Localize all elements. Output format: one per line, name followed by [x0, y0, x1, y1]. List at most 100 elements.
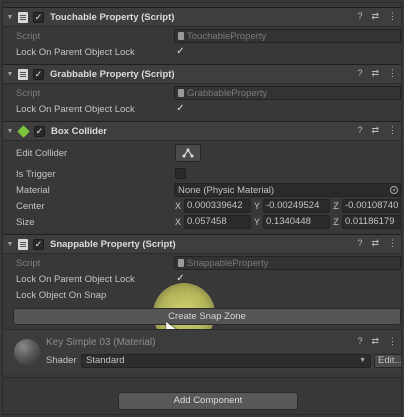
grabbable-enabled-checkbox[interactable]: ✓: [33, 68, 44, 80]
snappable-enabled-checkbox[interactable]: ✓: [33, 238, 44, 250]
material-title: Key Simple 03 (Material): [46, 337, 156, 348]
preset-icon[interactable]: ⇄: [371, 336, 379, 347]
script-field[interactable]: TouchableProperty: [174, 29, 401, 43]
help-icon[interactable]: ?: [357, 68, 362, 79]
component-title: Snappable Property (Script): [50, 238, 176, 250]
material-preview-sphere: [14, 339, 40, 365]
center-row: Center X 0.000339642 Y -0.00249524 Z -0.…: [3, 198, 401, 214]
size-vector: X 0.057458 Y 0.1340448 Z 0.01186179: [174, 215, 401, 229]
is-trigger-label: Is Trigger: [16, 168, 56, 180]
more-icon[interactable]: ⋮: [388, 68, 397, 79]
lock-on-snap-label: Lock Object On Snap: [16, 289, 107, 301]
fold-arrow-icon[interactable]: ▼: [3, 128, 17, 135]
more-icon[interactable]: ⋮: [388, 125, 397, 136]
grabbable-lock-row: Lock On Parent Object Lock ✓: [3, 101, 401, 117]
script-icon: [18, 68, 28, 80]
script-icon: [18, 238, 28, 250]
more-icon[interactable]: ⋮: [388, 238, 397, 249]
center-vector: X 0.000339642 Y -0.00249524 Z -0.0010874…: [174, 199, 401, 213]
snappable-lock-row: Lock On Parent Object Lock ✓: [3, 271, 401, 287]
size-y-field[interactable]: 0.1340448: [263, 215, 330, 229]
edit-bounds-icon: [182, 148, 194, 158]
axis-z-label: Z: [333, 201, 339, 211]
edit-collider-label: Edit Collider: [16, 147, 68, 159]
inspector-panel: ▼ ✓ Touchable Property (Script) ? ⇄ ⋮ Sc…: [2, 2, 402, 415]
script-icon: [178, 259, 184, 267]
size-row: Size X 0.057458 Y 0.1340448 Z 0.01186179: [3, 214, 401, 230]
lock-label: Lock On Parent Object Lock: [16, 103, 135, 115]
snappable-script-row: Script SnappableProperty: [3, 255, 401, 271]
lock-checkbox[interactable]: ✓: [175, 103, 186, 114]
fold-arrow-icon[interactable]: ▼: [3, 14, 17, 21]
preset-icon[interactable]: ⇄: [371, 68, 379, 79]
script-field[interactable]: GrabbableProperty: [174, 86, 401, 100]
help-icon[interactable]: ?: [357, 336, 362, 347]
lock-label: Lock On Parent Object Lock: [16, 46, 135, 58]
axis-y-label: Y: [253, 217, 260, 227]
material-field[interactable]: None (Physic Material): [174, 183, 401, 197]
script-value: TouchableProperty: [187, 30, 267, 42]
dropdown-arrow-icon: ▼: [359, 357, 366, 364]
edit-collider-button[interactable]: [175, 144, 201, 162]
material-row: Material None (Physic Material): [3, 182, 401, 198]
center-y-field[interactable]: -0.00249524: [263, 199, 330, 213]
help-icon[interactable]: ?: [357, 125, 362, 136]
preset-icon[interactable]: ⇄: [371, 11, 379, 22]
edit-collider-row: Edit Collider: [3, 143, 401, 163]
axis-x-label: X: [174, 201, 181, 211]
box-collider-header[interactable]: ▼ ✓ Box Collider ? ⇄ ⋮: [3, 121, 401, 141]
object-picker-icon[interactable]: [390, 186, 398, 194]
touchable-lock-row: Lock On Parent Object Lock ✓: [3, 44, 401, 60]
axis-y-label: Y: [253, 201, 260, 211]
fold-arrow-icon[interactable]: ▼: [3, 71, 17, 78]
material-value: None (Physic Material): [178, 184, 275, 196]
more-icon[interactable]: ⋮: [388, 11, 397, 22]
component-title: Grabbable Property (Script): [50, 68, 175, 80]
script-field[interactable]: SnappableProperty: [174, 256, 401, 270]
more-icon[interactable]: ⋮: [388, 336, 397, 347]
component-title: Touchable Property (Script): [50, 11, 175, 23]
center-z-field[interactable]: -0.00108740: [342, 199, 401, 213]
size-label: Size: [16, 216, 35, 228]
fold-arrow-icon[interactable]: ▼: [3, 241, 17, 248]
help-icon[interactable]: ?: [357, 11, 362, 22]
center-label: Center: [16, 200, 45, 212]
shader-value: Standard: [86, 355, 125, 366]
script-label: Script: [16, 257, 41, 269]
divider: [3, 377, 401, 378]
component-title: Box Collider: [51, 125, 107, 137]
script-value: SnappableProperty: [187, 257, 269, 269]
script-label: Script: [16, 30, 41, 42]
size-x-field[interactable]: 0.057458: [184, 215, 251, 229]
touchable-script-row: Script TouchableProperty: [3, 28, 401, 44]
is-trigger-row: Is Trigger: [3, 166, 401, 182]
help-icon[interactable]: ?: [357, 238, 362, 249]
script-icon: [18, 11, 28, 23]
add-component-button[interactable]: Add Component: [118, 392, 298, 410]
script-icon: [178, 89, 184, 97]
script-icon: [178, 32, 184, 40]
create-snap-zone-button[interactable]: Create Snap Zone: [13, 308, 401, 325]
preset-icon[interactable]: ⇄: [371, 125, 379, 136]
material-label: Material: [16, 184, 50, 196]
script-label: Script: [16, 87, 41, 99]
shader-label: Shader: [46, 355, 77, 366]
shader-dropdown[interactable]: Standard ▼: [81, 354, 371, 368]
material-section: Key Simple 03 (Material) ? ⇄ ⋮ Shader St…: [3, 329, 401, 373]
preset-icon[interactable]: ⇄: [371, 238, 379, 249]
center-x-field[interactable]: 0.000339642: [184, 199, 251, 213]
lock-checkbox[interactable]: ✓: [175, 46, 186, 57]
touchable-header[interactable]: ▼ ✓ Touchable Property (Script) ? ⇄ ⋮: [3, 7, 401, 27]
touchable-enabled-checkbox[interactable]: ✓: [33, 11, 44, 23]
axis-z-label: Z: [333, 217, 339, 227]
is-trigger-checkbox[interactable]: [175, 168, 186, 179]
box-collider-enabled-checkbox[interactable]: ✓: [34, 125, 45, 137]
grabbable-script-row: Script GrabbableProperty: [3, 85, 401, 101]
grabbable-header[interactable]: ▼ ✓ Grabbable Property (Script) ? ⇄ ⋮: [3, 64, 401, 84]
edit-shader-button[interactable]: Edit...: [374, 354, 401, 368]
lock-label: Lock On Parent Object Lock: [16, 273, 135, 285]
size-z-field[interactable]: 0.01186179: [342, 215, 401, 229]
script-value: GrabbableProperty: [187, 87, 268, 99]
axis-x-label: X: [174, 217, 181, 227]
snappable-header[interactable]: ▼ ✓ Snappable Property (Script) ? ⇄ ⋮: [3, 234, 401, 254]
